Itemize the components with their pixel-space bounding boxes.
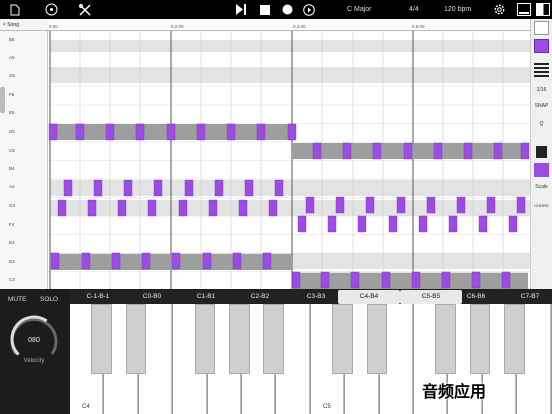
scroll-handle[interactable] [0, 87, 5, 113]
color-swatch[interactable] [534, 163, 549, 177]
top-toolbar: C Major 4/4 120 bpm [0, 0, 552, 19]
mute-solo-row: MUTE SOLO [0, 296, 70, 308]
note-label: E5 [9, 110, 15, 115]
velocity-value: 080 [28, 337, 40, 344]
note-label: G5 [9, 73, 16, 78]
note-label: F4 [9, 222, 15, 227]
octave-tab[interactable]: C-1-B-1 [74, 290, 122, 304]
black-key[interactable] [91, 304, 112, 374]
black-key[interactable] [263, 304, 284, 374]
skip-to-end-icon[interactable] [234, 0, 248, 19]
octave-tab[interactable]: C0-B0 [128, 290, 176, 304]
key-label-c4: C4 [82, 404, 90, 410]
note-label-column: B5 A5 G5 F5 E5 D5 C5 B4 A4 G4 F4 E4 D4 C… [0, 31, 48, 289]
ruler-label: 0.2.00 [171, 24, 184, 29]
scale-button[interactable]: Scale [534, 184, 549, 190]
record-icon[interactable] [280, 0, 294, 19]
note-label: B4 [9, 166, 15, 171]
watermark-text: 音频应用 [422, 384, 487, 401]
black-key[interactable] [435, 304, 456, 374]
black-key[interactable] [125, 304, 147, 374]
octave-tab[interactable]: C6-B6 [452, 290, 500, 304]
note-label: C5 [9, 148, 15, 153]
note-label: C4 [9, 277, 15, 282]
octave-tab[interactable]: C3-B3 [292, 290, 340, 304]
snap-toggle[interactable]: SNAP [534, 103, 549, 109]
note-label: G4 [9, 203, 16, 208]
play-icon[interactable] [302, 0, 316, 19]
note-label: D5 [9, 129, 15, 134]
stop-icon[interactable] [258, 0, 272, 19]
octave-tab[interactable]: C7-B7 [506, 290, 552, 304]
grid-shading [50, 40, 530, 288]
velocity-view-icon[interactable] [534, 144, 549, 160]
piano-roll-grid[interactable] [48, 31, 530, 289]
split-view-icon[interactable] [535, 0, 551, 19]
window-icon[interactable] [516, 0, 532, 19]
note-label: A5 [9, 55, 15, 60]
ruler-label: 0.6.00 [412, 24, 425, 29]
song-button[interactable]: < Song [0, 19, 48, 31]
black-key[interactable] [366, 304, 388, 374]
pencil-tool-icon[interactable] [534, 21, 549, 35]
mute-button[interactable]: MUTE [8, 296, 26, 303]
velocity-label: Velocity [23, 358, 45, 364]
ruler-label: 0.4.00 [293, 24, 306, 29]
note-label: A4 [9, 184, 15, 189]
black-key[interactable] [228, 304, 250, 374]
quantize-button[interactable]: Q [534, 121, 549, 127]
key-display[interactable]: C Major [347, 0, 372, 19]
document-icon[interactable] [8, 0, 22, 19]
octave-tab[interactable]: C4-B4 [338, 290, 400, 304]
note-label: E4 [9, 240, 15, 245]
black-key[interactable] [504, 304, 525, 374]
record-disc-icon[interactable] [44, 0, 58, 19]
octave-tab[interactable]: C2-B2 [236, 290, 284, 304]
tools-icon[interactable] [78, 0, 92, 19]
tempo-display[interactable]: 120 bpm [444, 0, 471, 19]
octave-tab[interactable]: C1-B1 [182, 290, 230, 304]
key-label-c5: C5 [323, 404, 331, 410]
select-tool-icon[interactable] [534, 39, 549, 53]
quantize-value[interactable]: 1/16 [534, 87, 549, 93]
chord-button[interactable]: CHORD [534, 203, 549, 208]
gear-icon[interactable] [492, 0, 506, 19]
right-tool-column: 1/16 SNAP Q Scale CHORD [530, 19, 552, 289]
note-label: F5 [9, 92, 15, 97]
ruler-label: 0.00 [49, 24, 58, 29]
solo-button[interactable]: SOLO [40, 296, 58, 303]
velocity-knob[interactable]: 080 Velocity [6, 312, 62, 372]
black-key[interactable] [194, 304, 216, 374]
note-label: B5 [9, 37, 15, 42]
timeline-ruler[interactable]: 0.00 0.2.00 0.4.00 0.6.00 [48, 19, 530, 31]
note-label: D4 [9, 259, 15, 264]
list-icon[interactable] [534, 63, 549, 79]
black-key[interactable] [332, 304, 353, 374]
time-signature-display[interactable]: 4/4 [409, 0, 419, 19]
octave-selector: C-1-B-1 C0-B0 C1-B1 C2-B2 C3-B3 C4-B4 C5-B5 C6-… [70, 290, 552, 304]
black-key[interactable] [469, 304, 491, 374]
